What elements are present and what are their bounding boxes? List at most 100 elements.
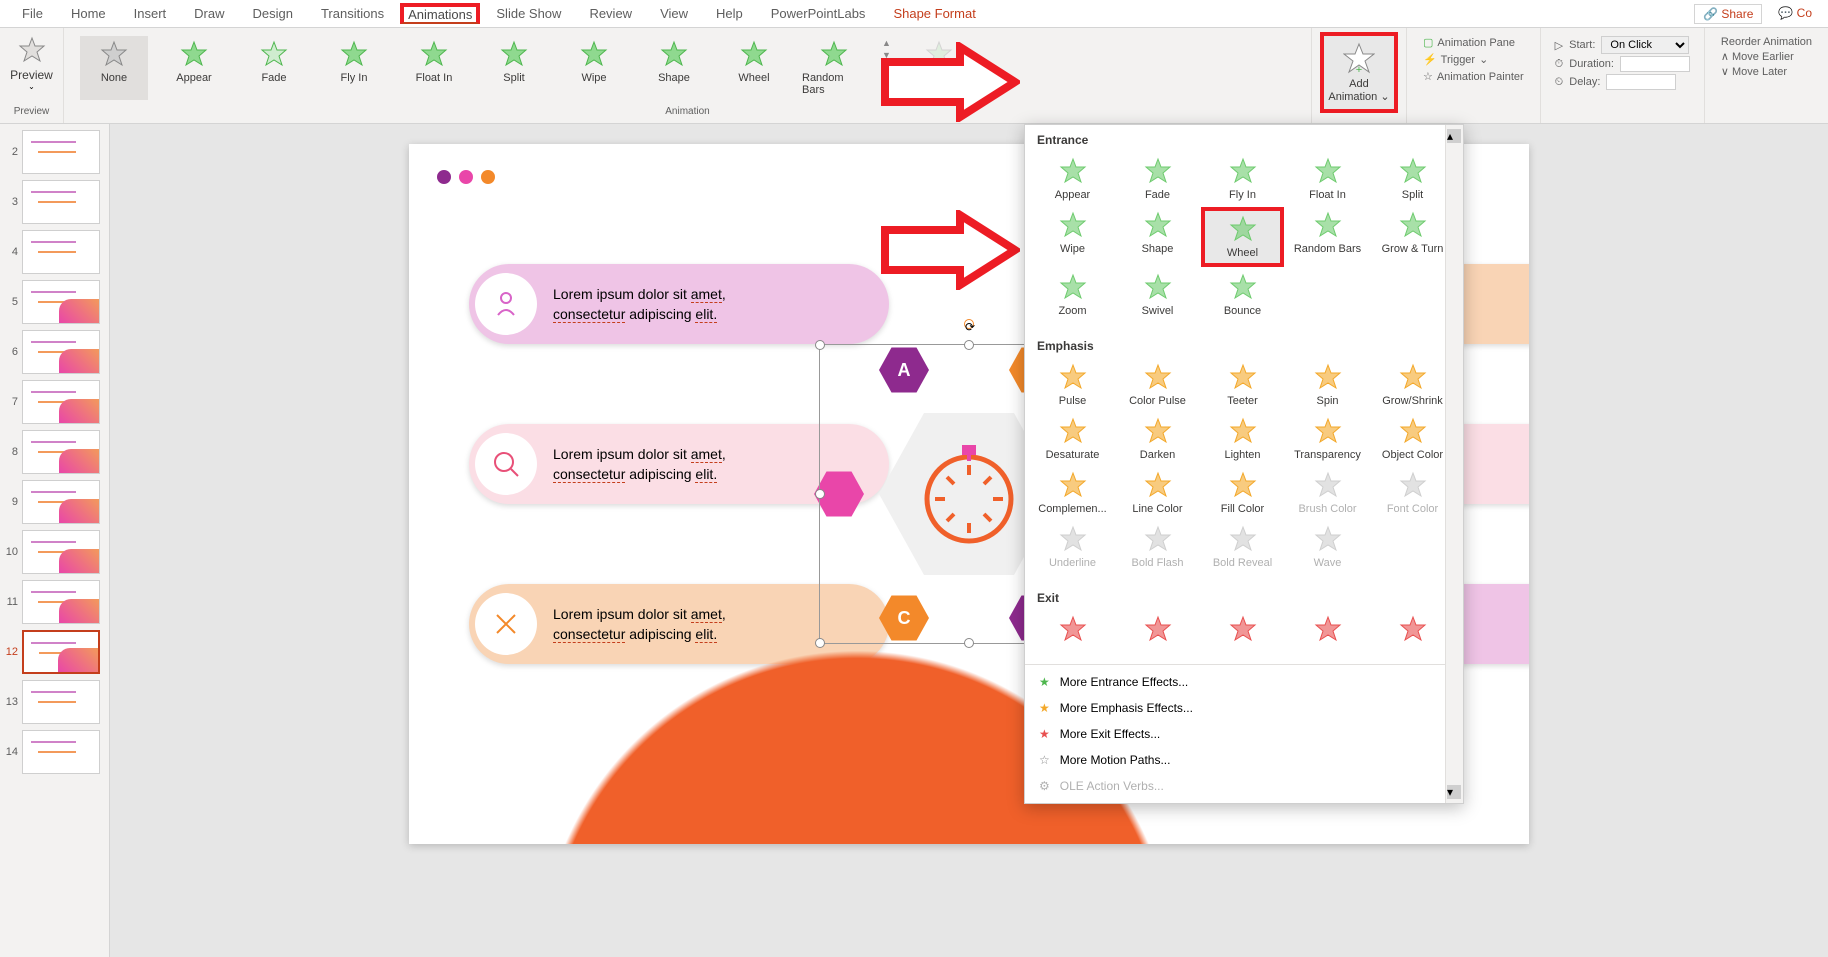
add-animation-button[interactable]: + AddAnimation ⌄ (1320, 32, 1398, 113)
tab-view[interactable]: View (646, 2, 702, 25)
dd-item-object-color[interactable]: Object Color (1371, 413, 1454, 465)
tab-shapeformat[interactable]: Shape Format (879, 2, 989, 25)
comments-button[interactable]: 💬 Co (1770, 4, 1820, 24)
anim-wheel[interactable]: Wheel (720, 36, 788, 100)
thumbnail-slide[interactable]: 11 (4, 580, 105, 624)
dd-item-teeter[interactable]: Teeter (1201, 359, 1284, 411)
thumbnail-slide[interactable]: 2 (4, 130, 105, 174)
thumbnail-slide[interactable]: 10 (4, 530, 105, 574)
dd-item-exit[interactable] (1031, 611, 1114, 645)
dd-item-bounce[interactable]: Bounce (1201, 269, 1284, 321)
tab-pptlabs[interactable]: PowerPointLabs (757, 2, 880, 25)
dd-item-bold-flash: Bold Flash (1116, 521, 1199, 573)
dd-item-spin[interactable]: Spin (1286, 359, 1369, 411)
dd-item-fade[interactable]: Fade (1116, 153, 1199, 205)
anim-split[interactable]: Split (480, 36, 548, 100)
tab-animations[interactable]: Animations (400, 3, 480, 24)
rotate-handle[interactable]: ⟳ (964, 319, 974, 329)
dropdown-scrollbar[interactable]: ▴▾ (1445, 125, 1463, 803)
animation-painter-button[interactable]: ☆Animation Painter (1423, 70, 1524, 83)
ole-action-button: ⚙OLE Action Verbs... (1025, 773, 1463, 799)
anim-floatin[interactable]: Float In (400, 36, 468, 100)
start-select[interactable]: On Click (1601, 36, 1689, 54)
more-entrance-button[interactable]: ★More Entrance Effects... (1025, 669, 1463, 695)
duration-label: Duration: (1569, 58, 1614, 70)
move-later-button[interactable]: ∨ Move Later (1721, 65, 1812, 78)
thumbnail-slide[interactable]: 4 (4, 230, 105, 274)
dd-section-exit: Exit (1025, 583, 1463, 609)
dd-item-float-in[interactable]: Float In (1286, 153, 1369, 205)
anim-shape[interactable]: Shape (640, 36, 708, 100)
thumbnail-slide[interactable]: 12 (4, 630, 105, 674)
dd-item-split[interactable]: Split (1371, 153, 1454, 205)
slide-thumbnails[interactable]: 2 3 4 5 6 7 8 9 10 11 12 13 14 (0, 124, 110, 957)
dd-item-grow-turn[interactable]: Grow & Turn (1371, 207, 1454, 267)
anim-wipe[interactable]: Wipe (560, 36, 628, 100)
search-person-icon (491, 449, 521, 479)
anim-appear[interactable]: Appear (160, 36, 228, 100)
tab-insert[interactable]: Insert (120, 2, 181, 25)
preview-button[interactable]: Preview ⌄ (0, 32, 65, 95)
dd-item-line-color[interactable]: Line Color (1116, 467, 1199, 519)
dd-item-shape[interactable]: Shape (1116, 207, 1199, 267)
thumbnail-slide[interactable]: 13 (4, 680, 105, 724)
duration-input[interactable] (1620, 56, 1690, 72)
thumbnail-slide[interactable]: 9 (4, 480, 105, 524)
tab-review[interactable]: Review (575, 2, 646, 25)
start-label: Start: (1569, 39, 1595, 51)
animation-pane-button[interactable]: ▢Animation Pane (1423, 36, 1524, 49)
dd-item-grow-shrink[interactable]: Grow/Shrink (1371, 359, 1454, 411)
anim-none[interactable]: None (80, 36, 148, 100)
dd-item-appear[interactable]: Appear (1031, 153, 1114, 205)
dd-item-random-bars[interactable]: Random Bars (1286, 207, 1369, 267)
dd-item-pulse[interactable]: Pulse (1031, 359, 1114, 411)
tab-bar: File Home Insert Draw Design Transitions… (0, 0, 1828, 28)
dd-item-exit[interactable] (1286, 611, 1369, 645)
more-emphasis-button[interactable]: ★More Emphasis Effects... (1025, 695, 1463, 721)
thumbnail-slide[interactable]: 14 (4, 730, 105, 774)
delay-input[interactable] (1606, 74, 1676, 90)
tab-home[interactable]: Home (57, 2, 120, 25)
dd-item-fill-color[interactable]: Fill Color (1201, 467, 1284, 519)
thumbnail-slide[interactable]: 5 (4, 280, 105, 324)
tab-slideshow[interactable]: Slide Show (482, 2, 575, 25)
thumbnail-slide[interactable]: 3 (4, 180, 105, 224)
dd-item-desaturate[interactable]: Desaturate (1031, 413, 1114, 465)
tab-design[interactable]: Design (239, 2, 307, 25)
dd-item-exit[interactable] (1201, 611, 1284, 645)
thumbnail-slide[interactable]: 7 (4, 380, 105, 424)
anim-fade[interactable]: Fade (240, 36, 308, 100)
star-icon (18, 36, 46, 64)
more-motion-button[interactable]: ☆More Motion Paths... (1025, 747, 1463, 773)
dd-item-wipe[interactable]: Wipe (1031, 207, 1114, 267)
dd-item-wheel[interactable]: Wheel (1201, 207, 1284, 267)
dd-item-swivel[interactable]: Swivel (1116, 269, 1199, 321)
more-exit-button[interactable]: ★More Exit Effects... (1025, 721, 1463, 747)
person-icon (491, 289, 521, 319)
annotation-arrow-top (880, 42, 1020, 125)
trigger-button[interactable]: ⚡Trigger ⌄ (1423, 53, 1524, 66)
share-button[interactable]: 🔗 Share (1694, 4, 1762, 24)
animation-gallery[interactable]: None Appear Fade Fly In Float In Split W… (72, 32, 1303, 104)
move-earlier-button[interactable]: ∧ Move Earlier (1721, 50, 1812, 63)
dd-item-lighten[interactable]: Lighten (1201, 413, 1284, 465)
dd-item-complemen-[interactable]: Complemen... (1031, 467, 1114, 519)
dd-item-transparency[interactable]: Transparency (1286, 413, 1369, 465)
thumbnail-slide[interactable]: 8 (4, 430, 105, 474)
dd-item-exit[interactable] (1116, 611, 1199, 645)
dd-item-darken[interactable]: Darken (1116, 413, 1199, 465)
dd-item-underline: Underline (1031, 521, 1114, 573)
dd-item-exit[interactable] (1371, 611, 1454, 645)
tab-transitions[interactable]: Transitions (307, 2, 398, 25)
dd-item-zoom[interactable]: Zoom (1031, 269, 1114, 321)
dd-item-color-pulse[interactable]: Color Pulse (1116, 359, 1199, 411)
anim-flyin[interactable]: Fly In (320, 36, 388, 100)
pill-top-left: Lorem ipsum dolor sit amet, consectetur … (469, 264, 889, 344)
dd-item-bold-reveal: Bold Reveal (1201, 521, 1284, 573)
tab-file[interactable]: File (8, 2, 57, 25)
tab-draw[interactable]: Draw (180, 2, 238, 25)
anim-randombars[interactable]: Random Bars (800, 36, 868, 100)
thumbnail-slide[interactable]: 6 (4, 330, 105, 374)
tab-help[interactable]: Help (702, 2, 757, 25)
dd-item-fly-in[interactable]: Fly In (1201, 153, 1284, 205)
